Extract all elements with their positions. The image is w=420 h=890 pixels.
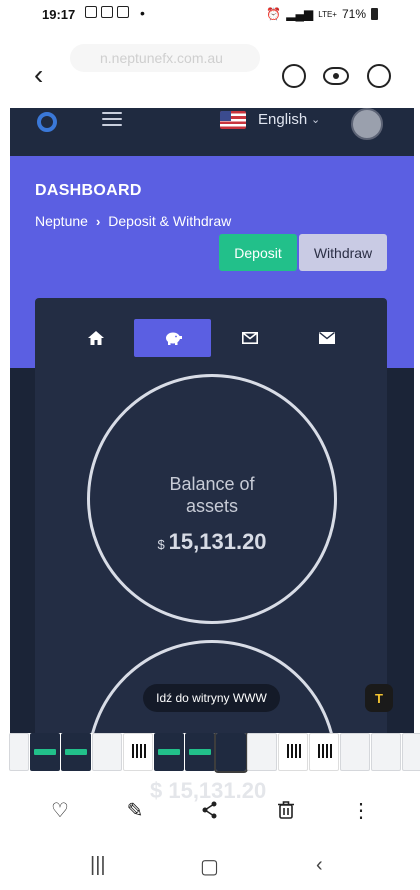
x-icon — [117, 6, 129, 18]
currency-symbol: $ — [157, 537, 165, 552]
gallery-icon — [85, 6, 97, 18]
thumbnail[interactable] — [92, 733, 122, 771]
thumbnail[interactable] — [123, 733, 153, 771]
thumbnail[interactable] — [185, 733, 215, 771]
piggy-bank-icon — [165, 332, 182, 345]
balance-circle: Balance of assets $15,131.20 — [87, 374, 337, 624]
recents-icon[interactable]: ||| — [90, 854, 106, 877]
battery-icon — [371, 8, 378, 20]
viewer-actions: $ 15,131.20 ♡ ✎ ⋮ — [0, 778, 420, 840]
pencil-icon[interactable]: ✎ — [123, 798, 147, 822]
thumbnail[interactable] — [340, 733, 370, 771]
thumbnail[interactable] — [278, 733, 308, 771]
notification-icons — [85, 6, 129, 18]
viewer-top-bar: n.neptunefx.com.au ‹ — [0, 30, 420, 108]
thumbnail[interactable] — [154, 733, 184, 771]
envelope-icon — [318, 332, 335, 344]
thumbnail[interactable] — [61, 733, 91, 771]
balance-amount: $15,131.20 — [90, 529, 334, 555]
logo[interactable] — [37, 112, 57, 132]
language-selector[interactable]: English — [258, 111, 307, 128]
battery-label: 71% — [341, 7, 366, 21]
thumbnail[interactable] — [247, 733, 277, 771]
breadcrumb: Neptune › Deposit & Withdraw — [35, 213, 231, 229]
avatar[interactable] — [351, 108, 383, 140]
status-right: ⏰ ▂▄▆ LTE+ 71% — [266, 7, 378, 21]
chevron-down-icon[interactable]: ⌄ — [311, 113, 320, 126]
thumbnail[interactable] — [309, 733, 339, 771]
instagram-icon — [101, 6, 113, 18]
tab-mail[interactable] — [288, 319, 365, 357]
tab-messages[interactable] — [211, 319, 288, 357]
visit-website-tooltip[interactable]: Idź do witryny WWW — [143, 684, 280, 712]
site-navbar: English ⌄ — [10, 108, 414, 156]
balance-value: 15,131.20 — [168, 529, 267, 554]
thumbnail[interactable] — [9, 733, 29, 771]
chevron-right-icon: › — [95, 213, 101, 229]
share-icon[interactable] — [198, 798, 222, 822]
home-button-icon[interactable]: ▢ — [200, 854, 219, 879]
ghost-url-bar: n.neptunefx.com.au — [70, 44, 260, 72]
breadcrumb-root[interactable]: Neptune — [35, 213, 88, 229]
website-screenshot: English ⌄ DASHBOARD Neptune › Deposit & … — [10, 108, 414, 733]
eye-icon[interactable] — [323, 67, 349, 85]
back-arrow-icon[interactable]: ‹ — [34, 61, 56, 89]
status-time: 19:17 — [42, 7, 76, 22]
withdraw-button[interactable]: Withdraw — [299, 234, 387, 271]
home-icon — [87, 331, 104, 345]
thumbnail[interactable] — [30, 733, 60, 771]
trash-icon[interactable] — [274, 798, 298, 822]
status-bar: 19:17 • ⏰ ▂▄▆ LTE+ 71% — [0, 0, 420, 30]
page-title: DASHBOARD — [35, 182, 142, 199]
us-flag-icon[interactable] — [220, 111, 246, 129]
thumbnail[interactable] — [402, 733, 420, 771]
network-label: LTE+ — [318, 9, 337, 19]
thumbnail-strip[interactable] — [0, 733, 420, 775]
thumbnail[interactable] — [371, 733, 401, 771]
balance-card: Balance of assets $15,131.20 — [35, 298, 387, 733]
system-nav-bar: ||| ▢ ‹ — [0, 840, 420, 890]
tab-wallet[interactable] — [134, 319, 211, 357]
back-button-icon[interactable]: ‹ — [316, 854, 323, 877]
more-notifications-icon: • — [140, 5, 145, 21]
text-extract-icon[interactable]: T — [365, 684, 393, 712]
remaster-icon[interactable] — [282, 64, 306, 88]
envelope-open-icon — [241, 332, 258, 344]
balance-label: Balance of assets — [169, 474, 255, 516]
heart-icon[interactable]: ♡ — [48, 798, 72, 822]
alarm-icon: ⏰ — [266, 7, 282, 21]
more-options-icon[interactable]: ⋮ — [349, 798, 373, 822]
breadcrumb-current: Deposit & Withdraw — [108, 213, 232, 229]
deposit-button[interactable]: Deposit — [219, 234, 297, 271]
edit-enhance-icon[interactable] — [367, 64, 391, 88]
menu-icon[interactable] — [102, 112, 122, 127]
signal-icon: ▂▄▆ — [286, 7, 314, 21]
thumbnail-selected[interactable] — [214, 733, 248, 773]
tab-home[interactable] — [57, 319, 134, 357]
